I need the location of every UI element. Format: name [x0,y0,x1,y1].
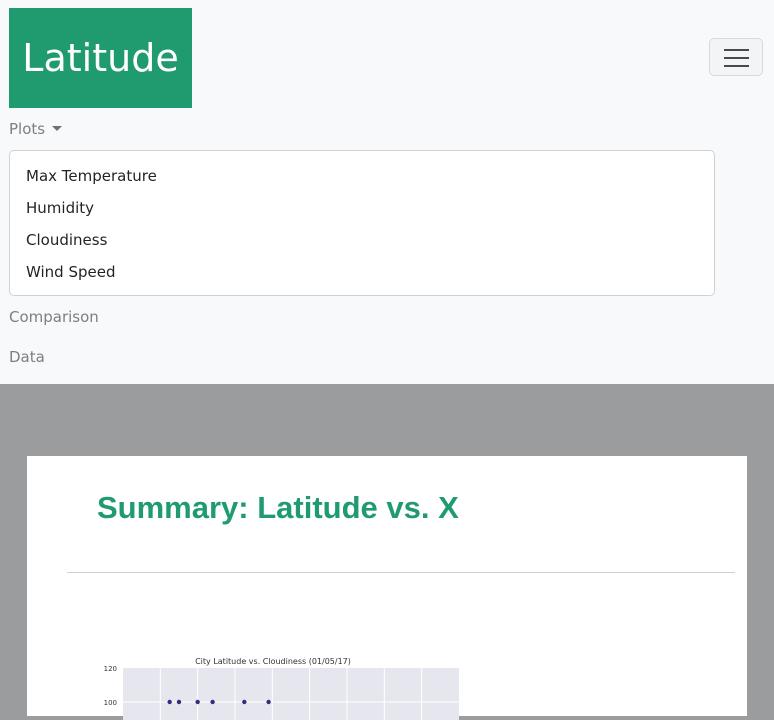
page-title: Summary: Latitude vs. X [97,490,459,525]
nav-comparison-link[interactable]: Comparison [9,308,99,326]
chart-title: City Latitude vs. Cloudiness (01/05/17) [195,657,351,666]
navbar: Latitude Plots Max Temperature Humidity … [0,0,774,384]
data-point [210,699,215,705]
plots-dropdown-menu: Max Temperature Humidity Cloudiness Wind… [9,150,715,296]
data-point [266,699,271,705]
y-tick-label: 100 [104,699,117,707]
hamburger-menu-icon [724,57,749,59]
data-point [242,699,247,705]
menu-toggle-button[interactable] [709,38,763,76]
nav-plots-dropdown[interactable]: Plots [9,120,63,138]
dropdown-item-cloudiness[interactable]: Cloudiness [26,231,107,249]
data-point [167,699,172,705]
nav-data-link[interactable]: Data [9,348,45,366]
dropdown-item-wind-speed[interactable]: Wind Speed [26,263,116,281]
data-point [176,699,182,705]
cloudiness-scatter-chart: City Latitude vs. Cloudiness (01/05/17) … [104,657,459,720]
dropdown-item-humidity[interactable]: Humidity [26,199,94,217]
plot-area [123,668,459,720]
hamburger-menu-icon [724,65,749,67]
caret-down-icon [52,126,63,131]
dropdown-item-max-temperature[interactable]: Max Temperature [26,167,157,185]
y-tick-label: 120 [104,665,117,673]
nav-plots-label: Plots [9,120,46,138]
data-point [195,699,200,705]
hamburger-menu-icon [724,49,749,51]
divider [67,572,735,573]
brand-logo[interactable]: Latitude [9,8,192,108]
